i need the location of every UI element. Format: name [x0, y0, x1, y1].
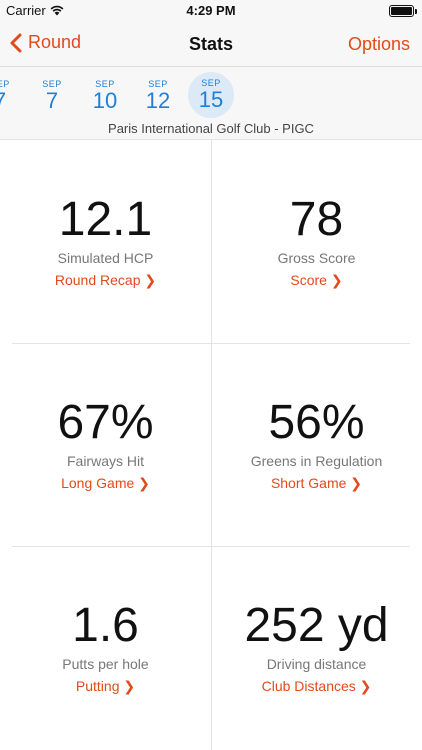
stat-label: Fairways Hit — [66, 453, 144, 469]
putting-link[interactable]: Putting ❯ — [0, 678, 211, 695]
stat-value: 1.6 — [72, 599, 139, 652]
date-item-sep-10[interactable]: SEP 10 — [82, 73, 128, 117]
stat-cell-driving: 252 yd Driving distance Club Distances ❯ — [211, 546, 422, 749]
stats-grid: 12.1 Simulated HCP Round Recap ❯ 78 Gros… — [0, 140, 422, 750]
stat-value: 78 — [289, 193, 344, 246]
club-distances-link[interactable]: Club Distances ❯ — [211, 678, 422, 695]
date-selector: SEP 7 SEP 7 SEP 10 SEP 12 SEP 15 Paris I… — [0, 66, 422, 140]
stat-cell-fairways: 67% Fairways Hit Long Game ❯ — [0, 343, 211, 546]
status-time: 4:29 PM — [186, 3, 236, 18]
stat-cell-putts: 1.6 Putts per hole Putting ❯ — [0, 546, 211, 749]
course-name: Paris International Golf Club - PIGC — [108, 121, 314, 136]
date-item-sep-15-selected[interactable]: SEP 15 — [188, 72, 234, 118]
stat-label: Putts per hole — [62, 656, 149, 672]
date-item-sep-7-partial[interactable]: SEP 7 — [0, 73, 23, 117]
stat-value: 12.1 — [58, 193, 153, 246]
options-button[interactable]: Options — [348, 34, 410, 55]
long-game-link[interactable]: Long Game ❯ — [0, 475, 211, 492]
stat-label: Greens in Regulation — [250, 453, 383, 469]
short-game-link[interactable]: Short Game ❯ — [211, 475, 422, 492]
stat-label: Gross Score — [277, 250, 356, 266]
stat-cell-handicap: 12.1 Simulated HCP Round Recap ❯ — [0, 140, 211, 343]
stat-label: Simulated HCP — [57, 250, 154, 266]
navigation-bar: Round Stats Options — [0, 22, 422, 66]
stat-label: Driving distance — [266, 656, 367, 672]
stat-value: 56% — [268, 396, 365, 449]
stat-cell-gross-score: 78 Gross Score Score ❯ — [211, 140, 422, 343]
stat-value: 252 yd — [244, 599, 389, 652]
date-item-sep-7[interactable]: SEP 7 — [29, 73, 75, 117]
round-recap-link[interactable]: Round Recap ❯ — [0, 272, 211, 289]
score-link[interactable]: Score ❯ — [211, 272, 422, 289]
stat-cell-greens: 56% Greens in Regulation Short Game ❯ — [211, 343, 422, 546]
date-item-sep-12[interactable]: SEP 12 — [135, 73, 181, 117]
stat-value: 67% — [57, 396, 154, 449]
status-bar: Carrier 4:29 PM — [0, 0, 422, 22]
battery-icon — [389, 5, 417, 17]
